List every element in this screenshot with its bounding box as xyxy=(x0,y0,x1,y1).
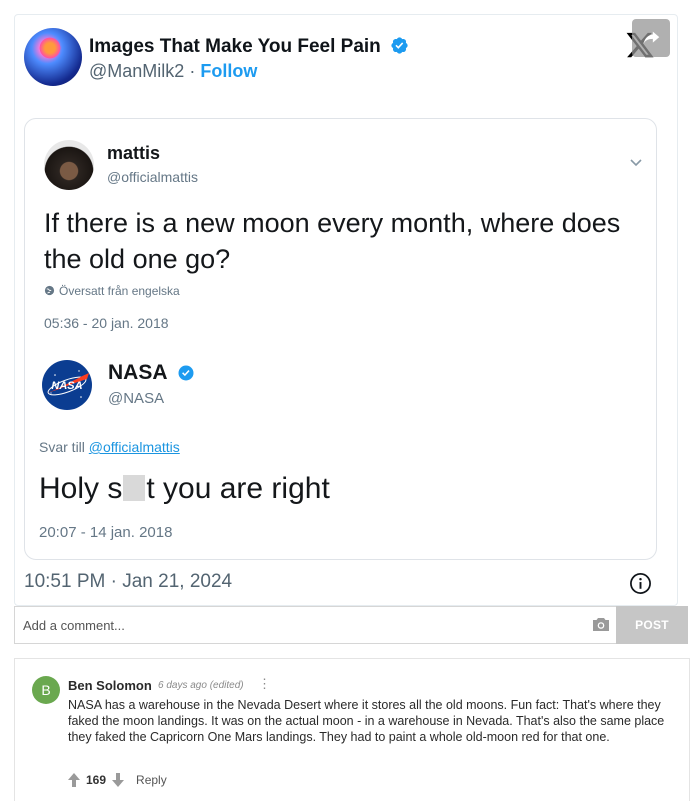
original-tweet-time: 05:36 - 20 jan. 2018 xyxy=(44,315,169,331)
comment-meta: 6 days ago (edited) xyxy=(158,680,244,691)
translated-note: Översatt från engelska xyxy=(44,284,180,298)
post-button[interactable]: POST xyxy=(616,606,688,644)
verified-badge-icon xyxy=(177,364,195,382)
commenter-name[interactable]: Ben Solomon xyxy=(68,678,152,693)
reply-to-link: @officialmattis xyxy=(88,439,180,455)
share-icon xyxy=(643,31,660,44)
author-handle-line: @ManMilk2 · Follow xyxy=(89,61,257,82)
verified-badge-icon xyxy=(390,36,409,55)
reply-prefix: Svar till xyxy=(39,439,85,455)
mattis-handle: @officialmattis xyxy=(107,169,198,185)
nasa-logo: NASA xyxy=(41,359,93,411)
nasa-reply-text: Holy s t you are right xyxy=(39,472,330,506)
nasa-name-row: NASA xyxy=(108,361,195,385)
upvote-arrow-icon[interactable] xyxy=(68,773,80,787)
vote-row: 169 Reply xyxy=(68,773,167,787)
reply-text-start: Holy s xyxy=(39,472,123,505)
nasa-handle: @NASA xyxy=(108,390,165,407)
downvote-arrow-icon[interactable] xyxy=(112,773,125,787)
comment-body: NASA has a warehouse in the Nevada Deser… xyxy=(68,698,665,744)
commenter-avatar[interactable]: B xyxy=(32,676,60,704)
reply-to-line: Svar till @officialmattis xyxy=(39,439,180,455)
censor-blur xyxy=(123,475,146,501)
follow-button[interactable]: Follow xyxy=(200,61,257,81)
globe-icon xyxy=(44,285,55,296)
separator-dot: · xyxy=(189,61,196,81)
translated-note-text: Översatt från engelska xyxy=(59,284,180,298)
reply-text-end: t you are right xyxy=(146,472,330,505)
post-timestamp[interactable]: 10:51 PM · Jan 21, 2024 xyxy=(24,571,232,593)
chevron-down-icon xyxy=(628,154,644,170)
share-button[interactable] xyxy=(632,19,670,57)
mattis-avatar xyxy=(44,140,94,190)
comment-input-box xyxy=(14,606,617,644)
nasa-reply-time: 20:07 - 14 jan. 2018 xyxy=(39,524,173,541)
author-name[interactable]: Images That Make You Feel Pain xyxy=(89,36,381,57)
reply-button[interactable]: Reply xyxy=(136,773,167,787)
vote-count: 169 xyxy=(86,773,107,787)
mattis-name: mattis xyxy=(107,143,161,163)
author-name-row[interactable]: Images That Make You Feel Pain xyxy=(89,36,409,58)
nasa-logo-text: NASA xyxy=(51,380,82,392)
camera-icon[interactable] xyxy=(592,616,610,632)
info-icon[interactable] xyxy=(629,572,652,595)
comment-input[interactable] xyxy=(23,607,583,643)
nasa-name: NASA xyxy=(108,361,167,384)
comment-menu-icon[interactable]: ⋮ xyxy=(258,676,271,692)
author-avatar[interactable] xyxy=(24,28,82,86)
original-tweet-text: If there is a new moon every month, wher… xyxy=(44,208,621,274)
author-handle[interactable]: @ManMilk2 xyxy=(89,61,184,81)
